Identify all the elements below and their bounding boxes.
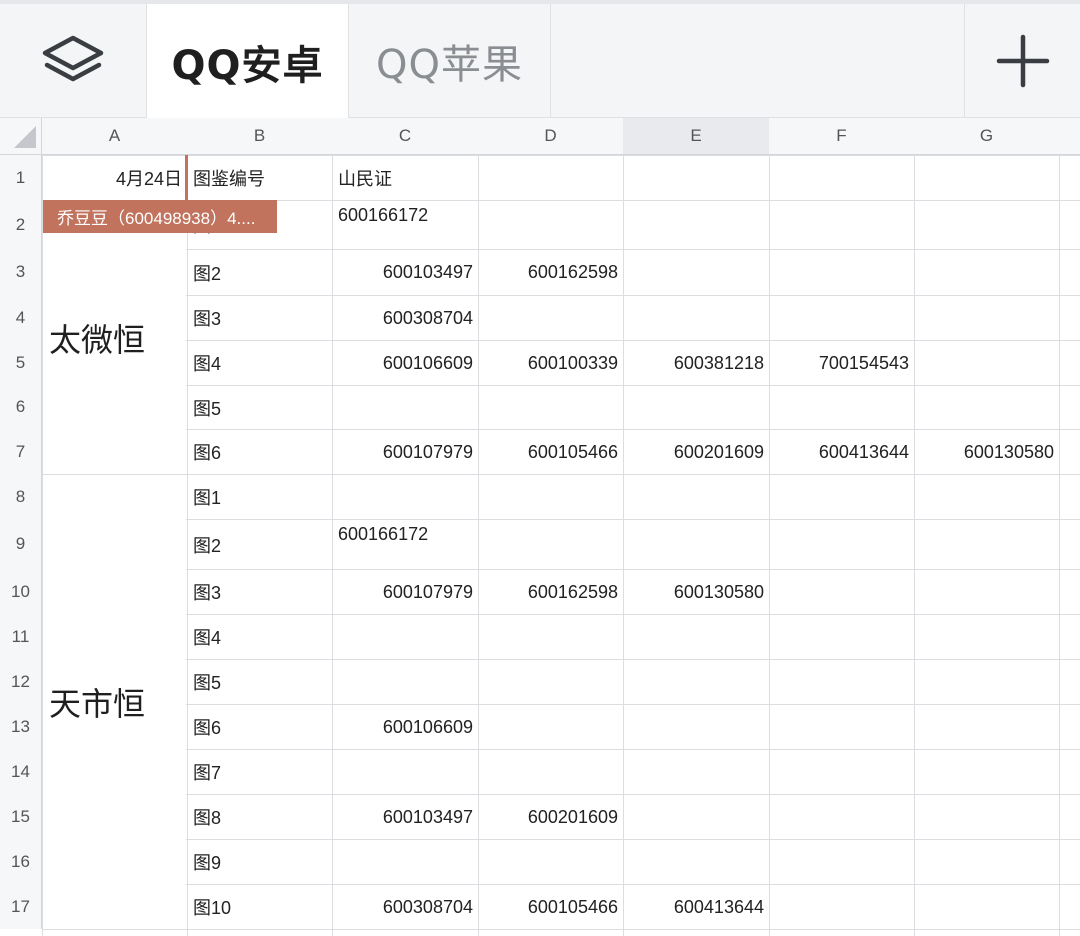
cell-c10[interactable]: 600107979 [333,570,478,614]
cell-b5[interactable]: 图4 [188,341,332,385]
column-header-next[interactable] [1059,118,1080,155]
cell-b16[interactable]: 图9 [188,840,332,884]
merged-cell-a8-a17[interactable]: 天市恒 [43,475,186,929]
grid-column-line [1059,155,1060,936]
cell-d10[interactable]: 600162598 [479,570,623,614]
cell-b3[interactable]: 图2 [188,250,332,295]
cell-g7[interactable]: 600130580 [915,430,1059,474]
cell-f7[interactable]: 600413644 [770,430,914,474]
row-header-8[interactable]: 8 [0,474,42,519]
row-header-15[interactable]: 15 [0,794,42,839]
cell-b11[interactable]: 图4 [188,615,332,659]
row-header-12[interactable]: 12 [0,659,42,704]
add-sheet-button[interactable] [964,4,1080,118]
select-all-corner[interactable] [0,118,42,155]
row-header-16[interactable]: 16 [0,839,42,884]
tab-qq-apple[interactable]: QQ苹果 [349,4,551,118]
tab-qq-android[interactable]: QQ安卓 [146,4,349,119]
cell-c2[interactable]: 600166172 [333,201,478,249]
row-header-10[interactable]: 10 [0,569,42,614]
row-header-5[interactable]: 5 [0,340,42,385]
cell-d15[interactable]: 600201609 [479,795,623,839]
column-header-g[interactable]: G [914,118,1059,155]
column-header-f[interactable]: F [769,118,914,155]
row-header-2[interactable]: 2 [0,200,42,249]
cell-c15[interactable]: 600103497 [333,795,478,839]
cell-e7[interactable]: 600201609 [624,430,769,474]
cell-comment-popup[interactable]: 乔豆豆（600498938）4.... [43,200,277,233]
row-header-3[interactable]: 3 [0,249,42,295]
grid-row-line [42,929,1080,930]
cell-c4[interactable]: 600308704 [333,296,478,340]
cell-d5[interactable]: 600100339 [479,341,623,385]
cell-c5[interactable]: 600106609 [333,341,478,385]
sheet-tab-bar: QQ安卓 QQ苹果 [0,0,1080,119]
column-header-a[interactable]: A [42,118,187,155]
merged-cell-a2-a7[interactable]: 太微恒 [43,201,186,474]
cell-b9[interactable]: 图2 [188,520,332,569]
cell-c3[interactable]: 600103497 [333,250,478,295]
cell-b14[interactable]: 图7 [188,750,332,794]
cell-b12[interactable]: 图5 [188,660,332,704]
row-header-6[interactable]: 6 [0,385,42,429]
sheet-list-button[interactable] [0,4,146,118]
cell-c17[interactable]: 600308704 [333,885,478,929]
cell-c1[interactable]: 山民证 [333,156,478,200]
spreadsheet-grid[interactable]: A B C D E F G 1 2 3 4 5 6 7 8 9 10 11 12 13 14 15 16 17 4月24日 图鉴编… [0,118,1080,936]
row-header-14[interactable]: 14 [0,749,42,794]
cell-b13[interactable]: 图6 [188,705,332,749]
cell-e17[interactable]: 600413644 [624,885,769,929]
layers-icon [42,35,104,82]
cell-a1[interactable]: 4月24日 [43,156,187,200]
row-header-13[interactable]: 13 [0,704,42,749]
row-header-11[interactable]: 11 [0,614,42,659]
column-header-e[interactable]: E [623,118,769,155]
cell-e10[interactable]: 600130580 [624,570,769,614]
cell-b4[interactable]: 图3 [188,296,332,340]
row-header-4[interactable]: 4 [0,295,42,340]
cell-b6[interactable]: 图5 [188,386,332,429]
cell-d7[interactable]: 600105466 [479,430,623,474]
grid-column-line [623,155,624,936]
row-header-1[interactable]: 1 [0,155,42,200]
cell-b8[interactable]: 图1 [188,475,332,519]
cell-c9[interactable]: 600166172 [333,520,478,569]
cell-d3[interactable]: 600162598 [479,250,623,295]
row-header-9[interactable]: 9 [0,519,42,569]
cell-c13[interactable]: 600106609 [333,705,478,749]
comment-indicator [185,155,188,200]
row-header-17[interactable]: 17 [0,884,42,929]
cell-b15[interactable]: 图8 [188,795,332,839]
row-header-7[interactable]: 7 [0,429,42,474]
column-header-d[interactable]: D [478,118,623,155]
cell-b17[interactable]: 图10 [188,885,332,929]
cell-d17[interactable]: 600105466 [479,885,623,929]
column-header-b[interactable]: B [187,118,332,155]
cell-b1[interactable]: 图鉴编号 [188,156,332,200]
select-all-icon [14,126,36,148]
cell-f5[interactable]: 700154543 [770,341,914,385]
cell-b10[interactable]: 图3 [188,570,332,614]
cell-c7[interactable]: 600107979 [333,430,478,474]
column-header-c[interactable]: C [332,118,478,155]
grid-column-line [914,155,915,936]
grid-column-line [769,155,770,936]
plus-icon [996,34,1049,88]
cell-e5[interactable]: 600381218 [624,341,769,385]
cell-b7[interactable]: 图6 [188,430,332,474]
